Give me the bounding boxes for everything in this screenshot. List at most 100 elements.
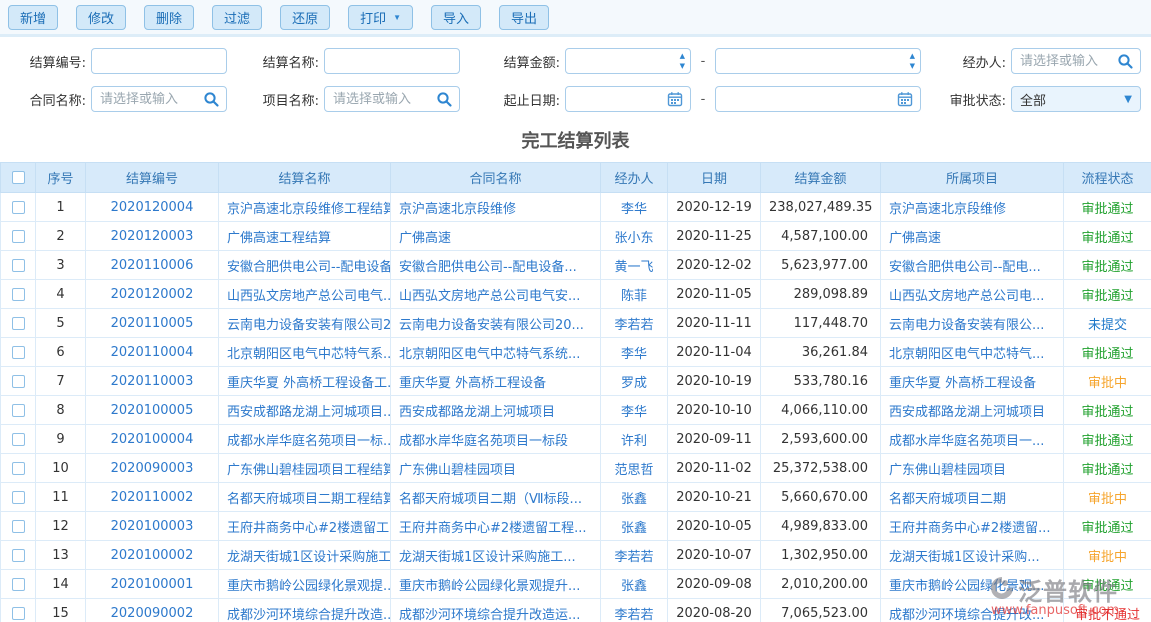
settlement-code-link[interactable]: 2020100003 bbox=[111, 519, 194, 534]
search-icon[interactable] bbox=[436, 91, 453, 108]
settlement-code-link[interactable]: 2020120003 bbox=[111, 229, 194, 244]
flow-status[interactable]: 审批通过 bbox=[1081, 260, 1133, 275]
project-name-link[interactable]: 山西弘文房地产总公司电... bbox=[889, 289, 1044, 304]
amount-min-input[interactable] bbox=[566, 49, 690, 73]
flow-status[interactable]: 审批通过 bbox=[1081, 405, 1133, 420]
settlement-code-link[interactable]: 2020090003 bbox=[111, 461, 194, 476]
calendar-icon[interactable] bbox=[667, 91, 684, 108]
settlement-code-link[interactable]: 2020110006 bbox=[111, 258, 194, 273]
settlement-code-link[interactable]: 2020100001 bbox=[111, 577, 194, 592]
amount-max-input[interactable] bbox=[716, 49, 920, 73]
contract-name-link[interactable]: 成都沙河环境综合提升改造运... bbox=[399, 608, 580, 622]
project-name-link[interactable]: 云南电力设备安装有限公... bbox=[889, 318, 1044, 333]
contract-name-link[interactable]: 广佛高速 bbox=[399, 231, 451, 246]
contract-name-link[interactable]: 山西弘文房地产总公司电气安... bbox=[399, 289, 580, 304]
spinner-down-icon[interactable]: ▼ bbox=[680, 61, 685, 71]
settlement-name-link[interactable]: 广佛高速工程结算 bbox=[227, 231, 331, 246]
settlement-name-link[interactable]: 王府井商务中心#2楼遗留工... bbox=[227, 521, 391, 536]
project-name-link[interactable]: 成都水岸华庭名苑项目一... bbox=[889, 434, 1044, 449]
settlement-code-link[interactable]: 2020110003 bbox=[111, 374, 194, 389]
contract-name-link[interactable]: 王府井商务中心#2楼遗留工程... bbox=[399, 521, 587, 536]
settlement-code-link[interactable]: 2020110002 bbox=[111, 490, 194, 505]
row-checkbox[interactable] bbox=[12, 375, 25, 388]
print-button[interactable]: 打印▼ bbox=[348, 5, 413, 30]
flow-status[interactable]: 未提交 bbox=[1088, 318, 1127, 333]
row-checkbox[interactable] bbox=[12, 433, 25, 446]
contract-name-link[interactable]: 京沪高速北京段维修 bbox=[399, 202, 516, 217]
contract-name-link[interactable]: 北京朝阳区电气中芯特气系统... bbox=[399, 347, 580, 362]
settlement-code-link[interactable]: 2020100002 bbox=[111, 548, 194, 563]
restore-button[interactable]: 还原 bbox=[280, 5, 330, 30]
settlement-code-link[interactable]: 2020110004 bbox=[111, 345, 194, 360]
row-checkbox[interactable] bbox=[12, 462, 25, 475]
flow-status[interactable]: 审批通过 bbox=[1081, 231, 1133, 246]
contract-name-link[interactable]: 名都天府城项目二期（Ⅶ标段... bbox=[399, 492, 582, 507]
flow-status[interactable]: 审批通过 bbox=[1081, 521, 1133, 536]
add-button[interactable]: 新增 bbox=[8, 5, 58, 30]
export-button[interactable]: 导出 bbox=[499, 5, 549, 30]
settlement-code-link[interactable]: 2020090002 bbox=[111, 606, 194, 621]
flow-status[interactable]: 审批通过 bbox=[1081, 289, 1133, 304]
settlement-code-link[interactable]: 2020100004 bbox=[111, 432, 194, 447]
project-name-link[interactable]: 王府井商务中心#2楼遗留... bbox=[889, 521, 1051, 536]
flow-status[interactable]: 审批通过 bbox=[1081, 347, 1133, 362]
settlement-name-link[interactable]: 西安成都路龙湖上河城项目... bbox=[227, 405, 391, 420]
contract-name-link[interactable]: 重庆华夏 外高桥工程设备 bbox=[399, 376, 546, 391]
row-checkbox[interactable] bbox=[12, 520, 25, 533]
row-checkbox[interactable] bbox=[12, 549, 25, 562]
project-name-link[interactable]: 重庆华夏 外高桥工程设备 bbox=[889, 376, 1036, 391]
calendar-icon[interactable] bbox=[897, 91, 914, 108]
project-name-link[interactable]: 成都沙河环境综合提升改... bbox=[889, 608, 1044, 622]
flow-status[interactable]: 审批中 bbox=[1088, 492, 1127, 507]
contract-name-link[interactable]: 广东佛山碧桂园项目 bbox=[399, 463, 516, 478]
contract-name-link[interactable]: 龙湖天街城1区设计采购施工... bbox=[399, 550, 576, 565]
spinner-up-icon[interactable]: ▲ bbox=[910, 51, 915, 61]
contract-name-link[interactable]: 西安成都路龙湖上河城项目 bbox=[399, 405, 555, 420]
flow-status[interactable]: 审批通过 bbox=[1081, 579, 1133, 594]
row-checkbox[interactable] bbox=[12, 288, 25, 301]
select-all-checkbox[interactable] bbox=[12, 171, 25, 184]
settlement-name-link[interactable]: 名都天府城项目二期工程结算 bbox=[227, 492, 391, 507]
row-checkbox[interactable] bbox=[12, 491, 25, 504]
approval-status-select[interactable]: 全部 ▼ bbox=[1011, 86, 1141, 112]
flow-status[interactable]: 审批通过 bbox=[1081, 463, 1133, 478]
project-name-link[interactable]: 西安成都路龙湖上河城项目 bbox=[889, 405, 1045, 420]
settlement-name-link[interactable]: 成都沙河环境综合提升改造... bbox=[227, 608, 391, 622]
contract-name-link[interactable]: 重庆市鹅岭公园绿化景观提升... bbox=[399, 579, 580, 594]
settlement-code-link[interactable]: 2020100005 bbox=[111, 403, 194, 418]
row-checkbox[interactable] bbox=[12, 607, 25, 620]
search-icon[interactable] bbox=[203, 91, 220, 108]
row-checkbox[interactable] bbox=[12, 317, 25, 330]
row-checkbox[interactable] bbox=[12, 578, 25, 591]
project-name-link[interactable]: 广东佛山碧桂园项目 bbox=[889, 463, 1006, 478]
project-name-link[interactable]: 重庆市鹅岭公园绿化景观... bbox=[889, 579, 1044, 594]
contract-name-link[interactable]: 云南电力设备安装有限公司20... bbox=[399, 318, 584, 333]
settlement-no-input[interactable] bbox=[92, 49, 226, 73]
flow-status[interactable]: 审批通过 bbox=[1081, 202, 1133, 217]
settlement-name-link[interactable]: 京沪高速北京段维修工程结算 bbox=[227, 202, 391, 217]
amount-max-spinner[interactable]: ▲▼ bbox=[910, 51, 915, 71]
settlement-name-link[interactable]: 广东佛山碧桂园项目工程结算 bbox=[227, 463, 391, 478]
spinner-down-icon[interactable]: ▼ bbox=[910, 61, 915, 71]
filter-button[interactable]: 过滤 bbox=[212, 5, 262, 30]
delete-button[interactable]: 删除 bbox=[144, 5, 194, 30]
spinner-up-icon[interactable]: ▲ bbox=[680, 51, 685, 61]
project-name-link[interactable]: 北京朝阳区电气中芯特气... bbox=[889, 347, 1044, 362]
settlement-code-link[interactable]: 2020110005 bbox=[111, 316, 194, 331]
row-checkbox[interactable] bbox=[12, 404, 25, 417]
settlement-code-link[interactable]: 2020120002 bbox=[111, 287, 194, 302]
amount-min-spinner[interactable]: ▲▼ bbox=[680, 51, 685, 71]
settlement-name-link[interactable]: 重庆华夏 外高桥工程设备工... bbox=[227, 376, 391, 391]
settlement-name-link[interactable]: 成都水岸华庭名苑项目一标... bbox=[227, 434, 391, 449]
row-checkbox[interactable] bbox=[12, 346, 25, 359]
date-end-input[interactable] bbox=[716, 87, 920, 111]
settlement-name-link[interactable]: 安徽合肥供电公司--配电设备... bbox=[227, 260, 391, 275]
project-name-link[interactable]: 广佛高速 bbox=[889, 231, 941, 246]
project-name-link[interactable]: 安徽合肥供电公司--配电... bbox=[889, 260, 1041, 275]
flow-status[interactable]: 审批中 bbox=[1088, 376, 1127, 391]
settlement-code-link[interactable]: 2020120004 bbox=[111, 200, 194, 215]
settlement-name-link[interactable]: 龙湖天街城1区设计采购施工... bbox=[227, 550, 391, 565]
settlement-name-link[interactable]: 山西弘文房地产总公司电气... bbox=[227, 289, 391, 304]
contract-name-link[interactable]: 安徽合肥供电公司--配电设备... bbox=[399, 260, 577, 275]
search-icon[interactable] bbox=[1117, 53, 1134, 70]
